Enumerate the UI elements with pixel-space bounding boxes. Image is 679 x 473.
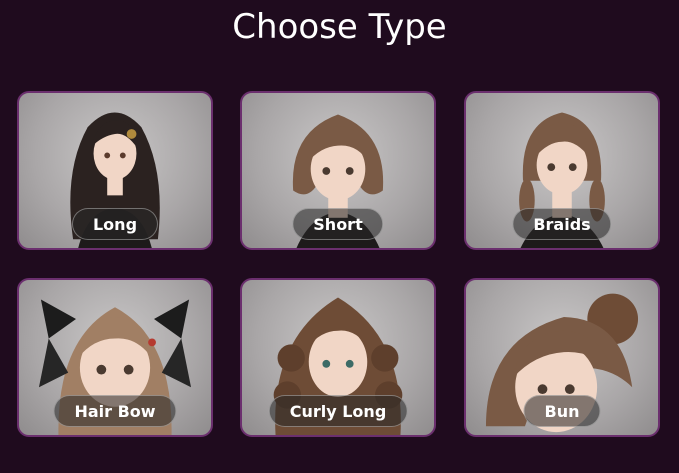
hair-option-long[interactable]: Long xyxy=(17,91,213,250)
hair-option-hair-bow[interactable]: Hair Bow xyxy=(17,278,213,437)
hair-type-grid: Long Short Braids Hair Bow Curly Long Bu… xyxy=(17,91,662,441)
hair-option-curly-long[interactable]: Curly Long xyxy=(240,278,436,437)
hair-option-short[interactable]: Short xyxy=(240,91,436,250)
option-label: Curly Long xyxy=(268,395,408,427)
option-label: Braids xyxy=(512,208,612,240)
option-label: Hair Bow xyxy=(53,395,177,427)
page-title: Choose Type xyxy=(232,7,447,47)
option-label: Short xyxy=(292,208,384,240)
option-label: Bun xyxy=(523,395,601,427)
hair-option-bun[interactable]: Bun xyxy=(464,278,660,437)
hair-option-braids[interactable]: Braids xyxy=(464,91,660,250)
option-label: Long xyxy=(71,208,159,240)
